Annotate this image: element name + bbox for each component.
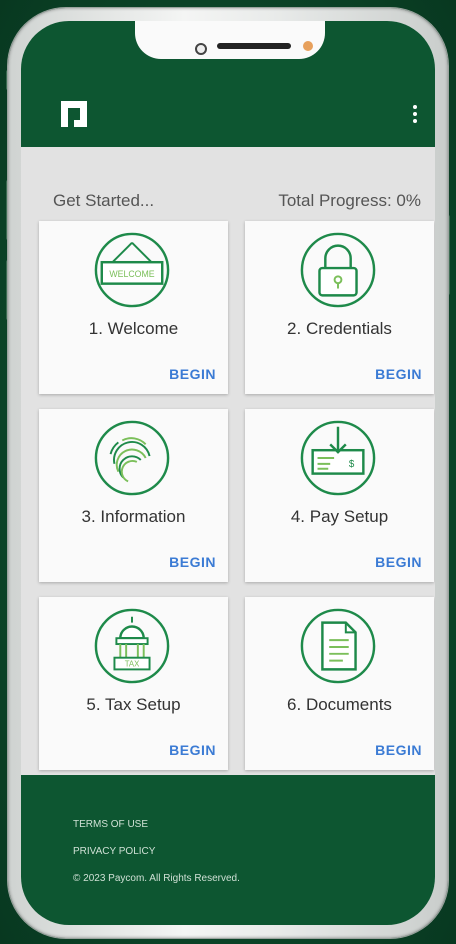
welcome-sign-icon: WELCOME [94, 232, 170, 308]
begin-button[interactable]: BEGIN [169, 554, 216, 570]
card-title: 3. Information [81, 507, 186, 526]
document-icon [300, 608, 376, 684]
phone-frame: Get Started... Total Progress: 0% WELCOM… [8, 8, 448, 938]
padlock-icon [300, 232, 376, 308]
card-documents[interactable]: 6. Documents BEGIN [245, 597, 434, 770]
card-welcome[interactable]: WELCOME 1. Welcome BEGIN [39, 221, 228, 394]
footer: TERMS OF USE PRIVACY POLICY © 2023 Payco… [21, 775, 435, 925]
capitol-tax-icon: TAX [94, 608, 170, 684]
card-title: 4. Pay Setup [290, 507, 389, 526]
phone-screen: Get Started... Total Progress: 0% WELCOM… [21, 21, 435, 925]
svg-text:WELCOME: WELCOME [109, 269, 154, 279]
phone-notch [135, 21, 325, 59]
total-progress-label: Total Progress: 0% [278, 191, 421, 210]
terms-of-use-link[interactable]: TERMS OF USE [73, 819, 148, 830]
paycom-logo-icon[interactable] [61, 101, 87, 127]
card-pay-setup[interactable]: $ 4. Pay Setup BEGIN [245, 409, 434, 582]
begin-button[interactable]: BEGIN [375, 366, 422, 382]
begin-button[interactable]: BEGIN [169, 366, 216, 382]
card-tax-setup[interactable]: TAX 5. Tax Setup BEGIN [39, 597, 228, 770]
paycheck-icon: $ [300, 420, 376, 496]
svg-text:TAX: TAX [125, 659, 140, 668]
svg-text:$: $ [349, 459, 355, 470]
begin-button[interactable]: BEGIN [375, 742, 422, 758]
privacy-policy-link[interactable]: PRIVACY POLICY [73, 846, 155, 857]
card-title: 6. Documents [287, 695, 392, 714]
main-content: Get Started... Total Progress: 0% WELCOM… [21, 147, 435, 775]
front-camera-icon [195, 43, 207, 55]
get-started-label: Get Started... [53, 191, 155, 210]
card-credentials[interactable]: 2. Credentials BEGIN [245, 221, 434, 394]
card-information[interactable]: 3. Information BEGIN [39, 409, 228, 582]
card-title: 1. Welcome [88, 319, 179, 338]
fingerprint-icon [94, 420, 170, 496]
card-title: 2. Credentials [287, 319, 392, 338]
card-title: 5. Tax Setup [86, 695, 181, 714]
kebab-menu-icon[interactable] [411, 105, 419, 125]
speaker-grille [217, 43, 291, 49]
begin-button[interactable]: BEGIN [169, 742, 216, 758]
sensor-icon [303, 41, 313, 51]
copyright-text: © 2023 Paycom. All Rights Reserved. [73, 873, 240, 884]
begin-button[interactable]: BEGIN [375, 554, 422, 570]
